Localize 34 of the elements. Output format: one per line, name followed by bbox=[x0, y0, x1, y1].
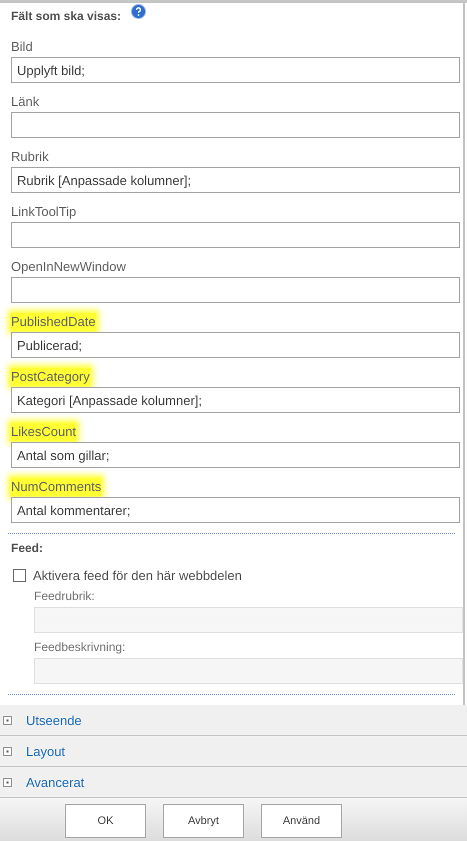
field-label: Länk bbox=[11, 93, 40, 111]
input-field[interactable]: Antal kommentarer; bbox=[11, 497, 460, 523]
field-label: Feedbeskrivning: bbox=[34, 640, 126, 656]
checkbox-label: Aktivera feed för den här webbdelen bbox=[33, 568, 242, 582]
input-field[interactable] bbox=[11, 222, 460, 248]
input-field[interactable]: Rubrik [Anpassade kolumner]; bbox=[11, 167, 460, 193]
field-label: OpenInNewWindow bbox=[11, 258, 126, 276]
field-label: LinkToolTip bbox=[11, 203, 76, 221]
input-field[interactable] bbox=[11, 277, 460, 303]
section-link[interactable]: Layout bbox=[26, 744, 66, 758]
dialog-button[interactable]: OK bbox=[65, 804, 146, 838]
checkbox[interactable] bbox=[13, 568, 26, 582]
section-title: Fält som ska visas: bbox=[11, 9, 122, 23]
dialog-button[interactable]: Använd bbox=[261, 804, 342, 838]
dialog-button[interactable]: Avbryt bbox=[163, 804, 244, 838]
field-label: PostCategory bbox=[11, 368, 90, 386]
section-title: Feed: bbox=[10, 540, 44, 557]
section-link[interactable]: Utseende bbox=[26, 712, 82, 728]
input-field[interactable]: Antal som gillar; bbox=[11, 442, 460, 468]
help-icon[interactable] bbox=[131, 4, 146, 19]
input-field[interactable] bbox=[11, 112, 460, 138]
field-label: NumComments bbox=[11, 478, 102, 496]
field-label: Bild bbox=[11, 38, 33, 56]
expand-icon[interactable] bbox=[3, 716, 12, 724]
input-field[interactable]: Kategori [Anpassade kolumner]; bbox=[11, 387, 460, 413]
expand-icon[interactable] bbox=[3, 746, 12, 756]
field-label: Feedrubrik: bbox=[34, 589, 96, 605]
field-label: LikesCount bbox=[11, 423, 76, 441]
input-field[interactable]: Publicerad; bbox=[11, 332, 460, 358]
section-link[interactable]: Avancerat bbox=[26, 774, 84, 790]
field-label: PublishedDate bbox=[11, 313, 96, 331]
input-field[interactable]: Upplyft bild; bbox=[11, 57, 460, 83]
field-label: Rubrik bbox=[11, 148, 49, 166]
expand-icon[interactable] bbox=[3, 778, 12, 786]
